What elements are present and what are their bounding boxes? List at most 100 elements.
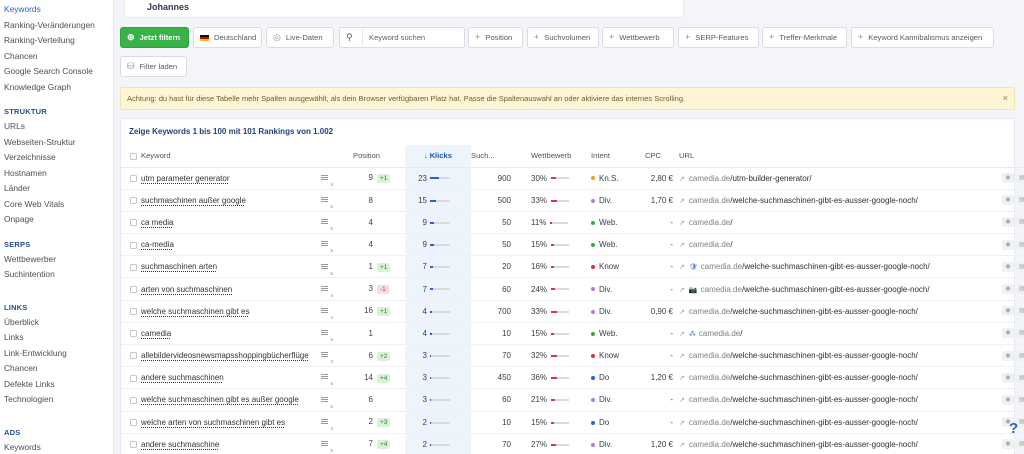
table-row[interactable]: andere suchmaschinen 5 14 +4 3 450 36% Do 1,20 €…: [121, 366, 1024, 390]
eye-icon[interactable]: ◉: [1002, 173, 1014, 184]
eye-icon[interactable]: ◉: [1002, 439, 1014, 450]
eye-icon[interactable]: ◉: [1002, 217, 1014, 228]
sidebar-item-core-web-vitals[interactable]: Core Web Vitals: [0, 197, 113, 213]
keyword-link[interactable]: camedia: [141, 329, 171, 338]
external-link-icon[interactable]: ↗: [679, 420, 685, 427]
url-domain[interactable]: camedia.de: [689, 218, 730, 227]
apply-filter-button[interactable]: ⊕ Jetzt filtern: [120, 27, 189, 48]
row-checkbox[interactable]: [130, 285, 137, 293]
treffer-merkmale-filter-button[interactable]: + Treffer-Merkmale: [762, 27, 847, 48]
sidebar-item-link-entwicklung[interactable]: Link-Entwicklung: [0, 346, 113, 362]
keyword-link[interactable]: welche suchmaschinen gibt es: [141, 307, 250, 316]
sidebar-item-urls[interactable]: URLs: [0, 119, 113, 135]
table-row[interactable]: welche suchmaschinen gibt es 4 16 +1 4 700 33%…: [121, 300, 1024, 323]
serp-features-icon[interactable]: 4: [321, 418, 333, 431]
eye-icon[interactable]: ◉: [1002, 284, 1014, 295]
eye-icon[interactable]: ◉: [1002, 372, 1014, 383]
table-row[interactable]: andere suchmaschine 5 7 +4 2 70 27% Div. 1,20 € ↗…: [121, 433, 1024, 454]
col-intent[interactable]: Intent: [591, 145, 645, 168]
keyword-link[interactable]: suchmaschinen außer google: [141, 196, 246, 205]
table-row[interactable]: suchmaschinen arten 5 1 +1 7 20 16% Know - ↗ 🛡 came…: [121, 255, 1024, 279]
external-link-icon[interactable]: ↗: [679, 198, 685, 205]
keyword-link[interactable]: andere suchmaschinen: [141, 373, 224, 382]
external-link-icon[interactable]: ↗: [679, 397, 685, 404]
col-suchvolumen[interactable]: Such...: [471, 145, 531, 168]
sidebar-item-links[interactable]: Links: [0, 330, 113, 346]
row-checkbox[interactable]: [130, 241, 137, 249]
url-path[interactable]: /: [730, 240, 732, 249]
url-path[interactable]: /welche-suchmaschinen-gibt-es-ausser-goo…: [730, 440, 918, 449]
serp-features-icon[interactable]: 3: [321, 351, 333, 364]
table-row[interactable]: suchmaschinen außer google 5 8 15 500 33% Div.…: [121, 189, 1024, 212]
url-domain[interactable]: camedia.de: [689, 418, 730, 427]
sidebar-item-defekte-links[interactable]: Defekte Links: [0, 377, 113, 393]
sidebar-item-technologien[interactable]: Technologien: [0, 392, 113, 408]
select-all-checkbox[interactable]: [130, 152, 137, 160]
external-link-icon[interactable]: ↗: [679, 353, 685, 360]
sidebar-item-suchintention[interactable]: Suchintention: [0, 267, 113, 283]
serp-features-icon[interactable]: 5: [321, 329, 333, 342]
url-path[interactable]: /welche-suchmaschinen-gibt-es-ausser-goo…: [742, 262, 930, 271]
chart-icon[interactable]: ▤: [1016, 372, 1024, 383]
table-row[interactable]: allebildervideosnewsmapsshoppingbücherfl…: [121, 344, 1024, 368]
keyword-link[interactable]: ca-media: [141, 240, 174, 249]
chart-icon[interactable]: ▤: [1016, 239, 1024, 250]
table-row[interactable]: welche arten von suchmaschinen gibt es 4 2…: [121, 411, 1024, 434]
close-icon[interactable]: ×: [1003, 88, 1008, 109]
chart-icon[interactable]: ▤: [1016, 173, 1024, 184]
eye-icon[interactable]: ◉: [1002, 261, 1014, 272]
keyword-link[interactable]: ca media: [141, 218, 173, 227]
sidebar-item-laender[interactable]: Länder: [0, 181, 113, 197]
live-data-toggle[interactable]: ◎ Live-Daten: [266, 27, 334, 48]
row-checkbox[interactable]: [130, 308, 137, 316]
chart-icon[interactable]: ▤: [1016, 328, 1024, 339]
external-link-icon[interactable]: ↗: [679, 242, 685, 249]
keyword-link[interactable]: arten von suchmaschinen: [141, 285, 232, 294]
wettbewerb-filter-button[interactable]: + Wettbewerb: [602, 27, 674, 48]
external-link-icon[interactable]: ↗: [679, 331, 685, 338]
serp-features-icon[interactable]: 5: [321, 240, 333, 253]
chart-icon[interactable]: ▤: [1016, 217, 1024, 228]
table-row[interactable]: camedia 5 1 4 1015% Web. -↗⁂camedia.de/ ◉▤: [121, 322, 1024, 346]
chart-icon[interactable]: ▤: [1016, 261, 1024, 272]
sidebar-item-knowledge-graph[interactable]: Knowledge Graph: [0, 80, 113, 96]
row-checkbox[interactable]: [130, 441, 137, 449]
url-domain[interactable]: camedia.de: [689, 351, 730, 360]
keyword-search-input[interactable]: [362, 29, 458, 46]
col-position[interactable]: Position: [353, 145, 405, 168]
table-row[interactable]: ca-media 5 4 9 5015% Web. -↗ camedia.de/ ◉▤: [121, 233, 1024, 257]
keyword-link[interactable]: utm parameter generator: [141, 174, 230, 183]
sidebar-item-ueberblick[interactable]: Überblick: [0, 315, 113, 331]
keyword-link[interactable]: welche suchmaschinen gibt es außer googl…: [141, 395, 299, 404]
chart-icon[interactable]: ▤: [1016, 439, 1024, 450]
serp-features-filter-button[interactable]: + SERP-Features: [678, 27, 759, 48]
serp-features-icon[interactable]: 5: [321, 263, 333, 276]
url-domain[interactable]: camedia.de: [701, 285, 742, 294]
eye-icon[interactable]: ◉: [1002, 195, 1014, 206]
sidebar-item-google-search-console[interactable]: Google Search Console: [0, 64, 113, 80]
table-row[interactable]: utm parameter generator 5 9 +1 23 900 30% Kn.S.…: [121, 167, 1024, 190]
row-checkbox[interactable]: [130, 352, 137, 360]
chart-icon[interactable]: ▤: [1016, 284, 1024, 295]
serp-features-icon[interactable]: 5: [321, 196, 333, 209]
kannibalismus-filter-button[interactable]: + Keyword Kannibalismus anzeigen: [851, 27, 994, 48]
row-checkbox[interactable]: [130, 330, 137, 338]
serp-features-icon[interactable]: 5: [321, 396, 333, 409]
eye-icon[interactable]: ◉: [1002, 350, 1014, 361]
sidebar-item-keywords[interactable]: Keywords: [0, 2, 113, 18]
url-domain[interactable]: camedia.de: [689, 373, 730, 382]
row-checkbox[interactable]: [130, 374, 137, 382]
chart-icon[interactable]: ▤: [1016, 195, 1024, 206]
external-link-icon[interactable]: ↗: [679, 220, 685, 227]
sidebar-item-chancen[interactable]: Chancen: [0, 49, 113, 65]
row-checkbox[interactable]: [130, 174, 137, 182]
url-domain[interactable]: camedia.de: [689, 395, 730, 404]
chart-icon[interactable]: ▤: [1016, 306, 1024, 317]
url-path[interactable]: /: [740, 329, 742, 338]
url-path[interactable]: /: [730, 218, 732, 227]
serp-features-icon[interactable]: 5: [321, 218, 333, 231]
external-link-icon[interactable]: ↗: [679, 375, 685, 382]
chart-icon[interactable]: ▤: [1016, 394, 1024, 405]
col-cpc[interactable]: CPC: [645, 145, 679, 168]
table-row[interactable]: welche suchmaschinen gibt es außer googl…: [121, 388, 1024, 412]
